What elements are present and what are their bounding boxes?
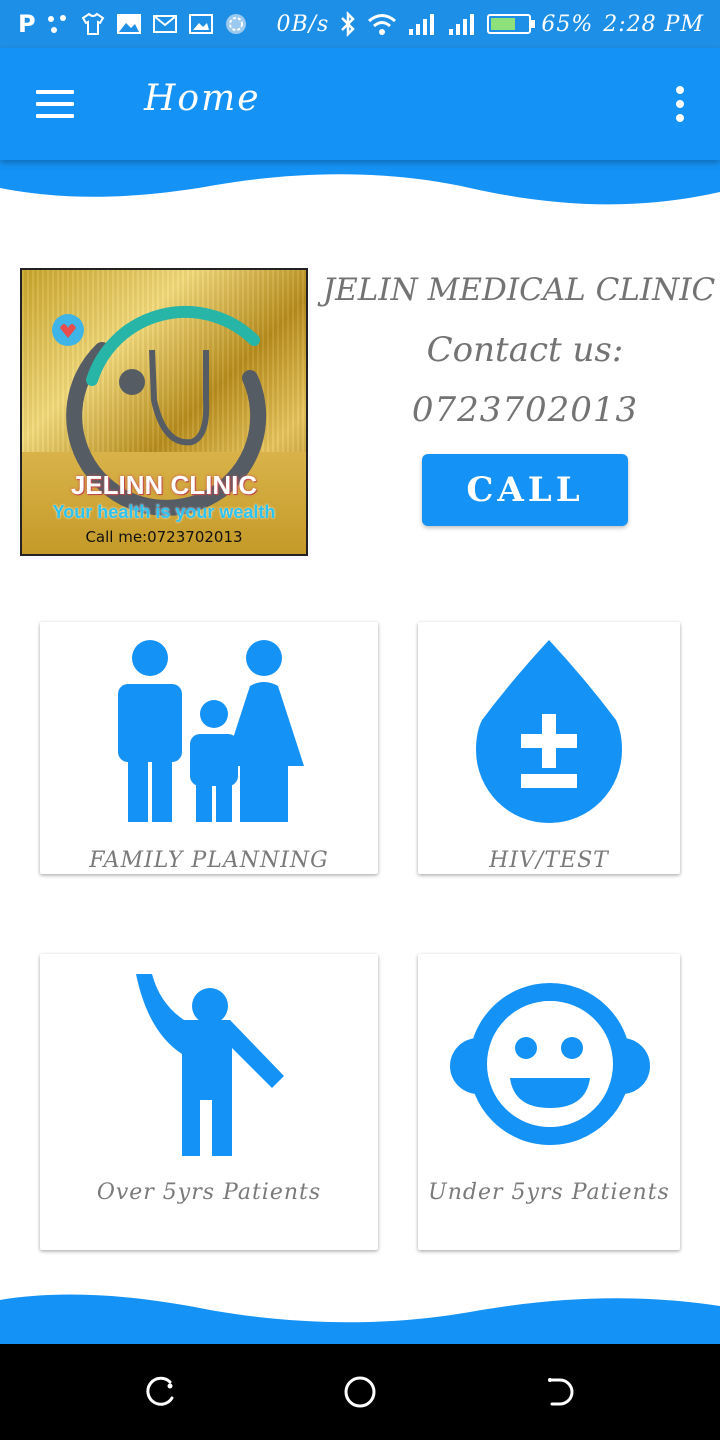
recent-apps-icon[interactable] [140, 1372, 180, 1412]
wifi-icon [368, 14, 397, 35]
image-icon [116, 14, 141, 34]
status-bar: P 0B/s 65% 2:28 PM [0, 0, 720, 48]
app-bar: Home [0, 48, 720, 160]
bluetooth-icon [341, 11, 356, 37]
person-waving-icon [136, 974, 284, 1156]
card-label: FAMILY PLANNING [89, 848, 329, 873]
battery-icon [487, 14, 536, 34]
card-label: HIV/TEST [489, 848, 609, 873]
top-wave-decoration [0, 158, 720, 205]
hamburger-menu-icon[interactable] [36, 88, 76, 120]
call-button[interactable]: CALL [422, 454, 628, 526]
hiv-test-card[interactable]: HIV/TEST [418, 622, 680, 874]
child-face-icon [450, 983, 650, 1145]
signal-2-icon [449, 14, 475, 35]
network-speed: 0B/s [276, 11, 330, 37]
card-label: Under 5yrs Patients [428, 1180, 670, 1205]
battery-percent: 65% [541, 11, 594, 37]
back-icon[interactable] [540, 1372, 580, 1412]
system-navigation-bar [0, 1344, 720, 1440]
blood-drop-plus-minus-icon [476, 640, 622, 823]
mail-icon [152, 15, 177, 33]
page-title: Home [144, 78, 261, 119]
under-5yrs-patients-card[interactable]: Under 5yrs Patients [418, 954, 680, 1250]
p-icon: P [18, 10, 36, 38]
bottom-wave-decoration [0, 1294, 720, 1346]
home-icon[interactable] [340, 1372, 380, 1412]
family-planning-card[interactable]: FAMILY PLANNING [40, 622, 378, 874]
system-indicators: 0B/s 65% 2:28 PM [276, 8, 704, 40]
card-label: Over 5yrs Patients [96, 1180, 322, 1205]
gallery-icon [188, 14, 213, 34]
more-options-icon[interactable] [674, 86, 686, 122]
family-icon [118, 640, 304, 822]
contact-label: Contact us: [426, 330, 624, 370]
logo-call-text: Call me:0723702013 [85, 528, 243, 546]
clinic-logo: JELINN CLINIC Your health is your wealth… [20, 268, 308, 556]
dots-icon [47, 15, 66, 33]
contact-phone: 0723702013 [411, 390, 639, 430]
sync-icon [225, 14, 246, 34]
notification-icons: P [18, 8, 248, 40]
logo-name: JELINN CLINIC [70, 470, 258, 500]
over-5yrs-patients-card[interactable]: Over 5yrs Patients [40, 954, 378, 1250]
clock: 2:28 PM [603, 11, 704, 37]
clinic-name: JELIN MEDICAL CLINIC [322, 272, 716, 308]
shirt-icon [81, 12, 104, 35]
battery-level [491, 18, 515, 30]
signal-1-icon [409, 14, 435, 35]
logo-tagline: Your health is your wealth [52, 502, 276, 522]
